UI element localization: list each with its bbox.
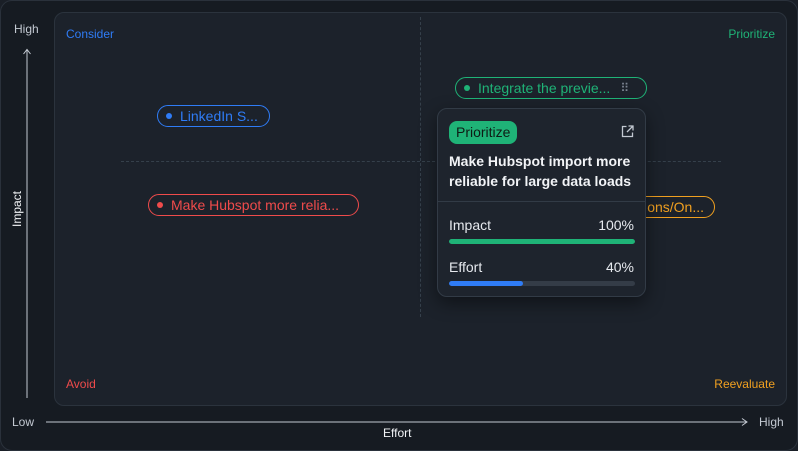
- item-chip-integrate[interactable]: Integrate the previe... ⠿: [455, 77, 647, 99]
- vertical-divider: [420, 17, 421, 317]
- quadrant-label-prioritize: Prioritize: [728, 27, 775, 41]
- item-chip-label: Integrate the previe...: [478, 80, 611, 96]
- status-dot: [464, 85, 470, 91]
- y-axis-high-label: High: [14, 22, 39, 36]
- impact-label: Impact: [449, 217, 492, 233]
- item-chip-label: ons/On...: [647, 199, 704, 215]
- y-axis-label: Impact: [10, 191, 24, 228]
- drag-handle-icon[interactable]: ⠿: [620, 81, 629, 95]
- quadrant-label-consider: Consider: [66, 27, 115, 41]
- card-divider: [438, 201, 645, 202]
- status-badge: Prioritize: [449, 121, 518, 144]
- effort-bar-fill: [449, 281, 524, 286]
- item-detail-card: Prioritize Make Hubspot import more reli…: [437, 108, 646, 297]
- arrow-up-icon: [23, 48, 31, 398]
- item-chip-linkedin[interactable]: LinkedIn S...: [157, 105, 270, 127]
- impact-bar: [449, 239, 635, 244]
- impact-bar-fill: [449, 239, 635, 244]
- status-dot: [157, 202, 163, 208]
- effort-bar: [449, 281, 635, 286]
- x-axis-label: Effort: [383, 426, 412, 440]
- x-axis-high-label: High: [759, 415, 784, 429]
- status-dot: [166, 113, 172, 119]
- quadrant-label-avoid: Avoid: [66, 377, 96, 391]
- effort-label: Effort: [449, 259, 483, 275]
- effort-value: 40%: [605, 259, 634, 275]
- item-chip-label: Make Hubspot more relia...: [171, 197, 340, 213]
- quadrant-label-reevaluate: Reevaluate: [714, 377, 775, 391]
- item-chip-hubspot[interactable]: Make Hubspot more relia...: [148, 194, 359, 216]
- x-axis-low-label: Low: [12, 415, 35, 429]
- impact-value: 100%: [598, 217, 634, 233]
- item-chip-label: LinkedIn S...: [180, 108, 258, 124]
- arrow-right-icon: [46, 418, 748, 426]
- card-title: Make Hubspot import more reliable for la…: [449, 153, 632, 189]
- external-link-icon[interactable]: [621, 125, 634, 138]
